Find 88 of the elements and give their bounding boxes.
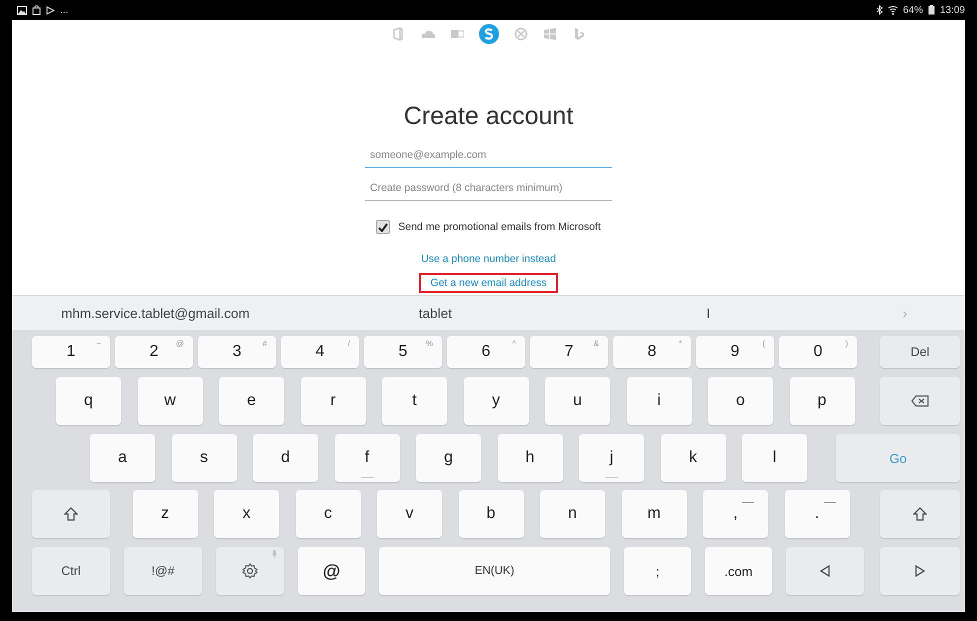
right-arrow-key[interactable]: [880, 547, 960, 595]
key[interactable]: Del: [880, 336, 960, 368]
shift-key[interactable]: [880, 490, 960, 538]
shift-icon: [913, 507, 927, 521]
gear-key[interactable]: [216, 547, 284, 595]
key-hint: *: [678, 339, 682, 348]
backspace-icon: [911, 395, 929, 407]
windows-icon[interactable]: [542, 27, 556, 41]
suggestion[interactable]: tablet: [298, 306, 572, 320]
page-title: Create account: [404, 102, 574, 131]
battery-percent: 64%: [902, 4, 923, 16]
key[interactable]: j: [579, 434, 644, 482]
play-icon: [46, 6, 55, 14]
key[interactable]: 5 %: [364, 336, 442, 368]
key[interactable]: EN(UK): [379, 547, 610, 595]
wifi-icon: [888, 6, 898, 14]
key[interactable]: i: [626, 377, 692, 425]
left-arrow-icon: [820, 565, 830, 577]
key[interactable]: .: [784, 490, 850, 538]
key[interactable]: m: [622, 490, 686, 538]
left-arrow-key[interactable]: [786, 547, 864, 595]
key[interactable]: Ctrl: [32, 547, 110, 595]
key[interactable]: q: [56, 377, 121, 425]
key[interactable]: v: [377, 490, 442, 538]
key[interactable]: u: [545, 377, 610, 425]
checkbox-label: Send me promotional emails from Microsoft: [398, 221, 601, 233]
key-hint: ): [845, 339, 848, 348]
link[interactable]: Use a phone number instead: [410, 249, 567, 269]
key[interactable]: @: [298, 547, 365, 595]
key[interactable]: ,: [703, 490, 768, 538]
key[interactable]: e: [219, 377, 284, 425]
battery-icon: [928, 5, 935, 15]
bag-icon: [32, 5, 41, 15]
key[interactable]: t: [382, 377, 447, 425]
key-hint: /: [348, 339, 350, 348]
key[interactable]: o: [708, 377, 773, 425]
key[interactable]: s: [172, 434, 236, 482]
key[interactable]: 4 /: [281, 336, 359, 368]
bluetooth-icon: [876, 5, 883, 15]
shift-key[interactable]: [32, 490, 110, 538]
key-hint: %: [426, 339, 433, 348]
key[interactable]: ;: [624, 547, 691, 595]
s-logo-icon[interactable]: [478, 24, 498, 44]
key[interactable]: k: [660, 434, 726, 482]
key[interactable]: 6 ^: [447, 336, 525, 368]
key[interactable]: h: [498, 434, 562, 482]
key[interactable]: z: [132, 490, 198, 538]
gallery-icon: [17, 6, 27, 14]
suggestion[interactable]: mhm.service.tablet@gmail.com: [12, 306, 299, 320]
checkbox[interactable]: [376, 220, 390, 234]
key[interactable]: 9 (: [696, 336, 774, 368]
key[interactable]: 1 ~: [32, 336, 110, 368]
clock: 13:09: [940, 4, 965, 16]
microphone-icon: [272, 550, 277, 558]
more-notifications: ...: [60, 4, 68, 16]
key[interactable]: !@#: [124, 547, 202, 595]
key-hint: #: [262, 339, 267, 348]
key[interactable]: y: [464, 377, 528, 425]
key[interactable]: 0 ): [779, 336, 857, 368]
checkmark-icon: [378, 222, 388, 232]
key[interactable]: x: [214, 490, 279, 538]
key-hint: ~: [96, 339, 101, 348]
key[interactable]: f: [334, 434, 400, 482]
key[interactable]: n: [540, 490, 605, 538]
key-hint: @: [176, 339, 184, 348]
gear-icon: [242, 563, 258, 579]
key[interactable]: l: [742, 434, 807, 482]
link[interactable]: Get a new email address: [419, 273, 558, 293]
backspace-key[interactable]: [880, 377, 960, 425]
key[interactable]: p: [790, 377, 854, 425]
key[interactable]: c: [296, 490, 360, 538]
key[interactable]: 3 #: [198, 336, 276, 368]
key[interactable]: d: [253, 434, 318, 482]
key[interactable]: 2 @: [115, 336, 193, 368]
shift-icon: [64, 507, 78, 521]
key[interactable]: r: [300, 377, 366, 425]
key-hint: (: [762, 339, 765, 348]
key-hint: ^: [512, 339, 516, 348]
right-arrow-icon: [915, 565, 925, 577]
key[interactable]: 8 *: [613, 336, 691, 368]
key[interactable]: a: [90, 434, 155, 482]
suggestion[interactable]: I: [572, 306, 845, 320]
key[interactable]: w: [138, 377, 202, 425]
key[interactable]: 7 &: [530, 336, 608, 368]
key[interactable]: g: [416, 434, 481, 482]
key[interactable]: b: [458, 490, 524, 538]
key-hint: &: [594, 339, 599, 348]
key[interactable]: .com: [705, 547, 772, 595]
